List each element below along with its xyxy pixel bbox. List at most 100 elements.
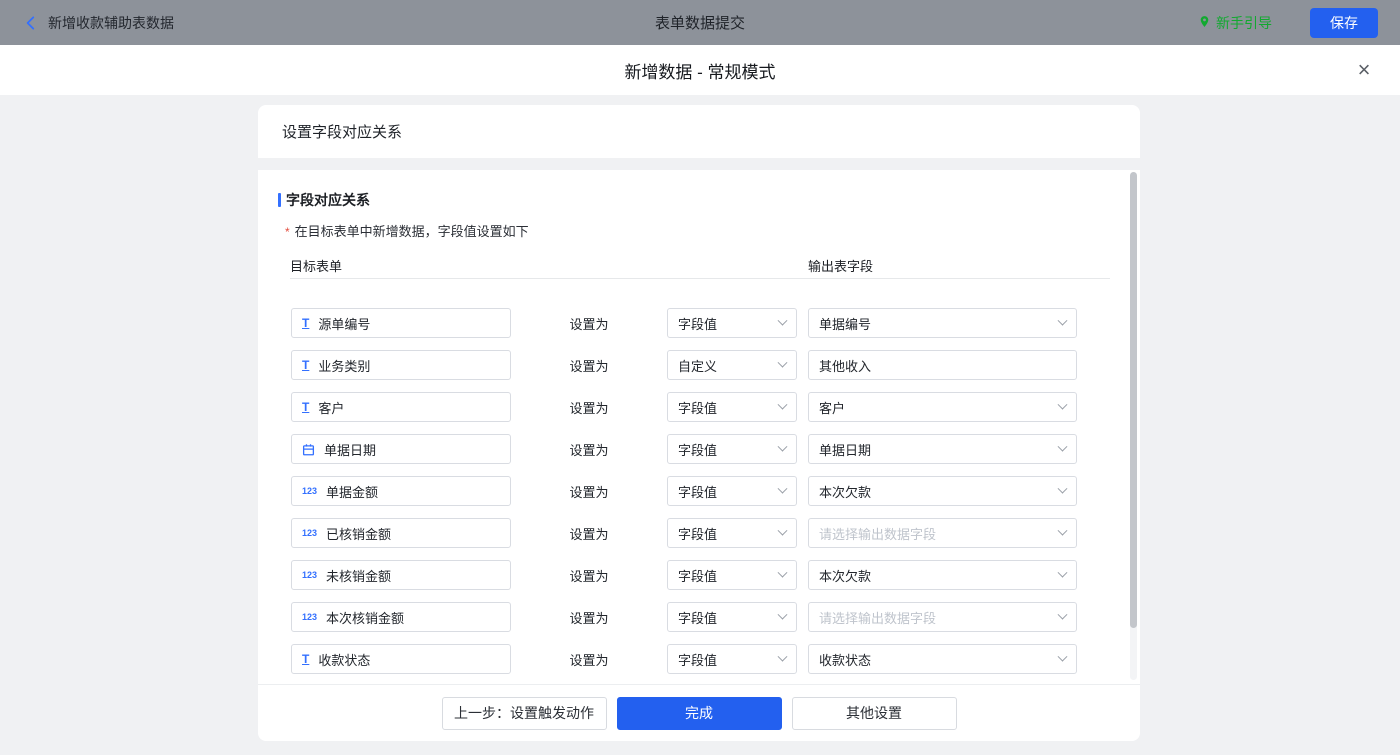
mode-select[interactable]: 字段值 bbox=[667, 560, 797, 590]
field-mapping-row: 123 已核销金额 设置为 字段值 请选择输出数据字段 bbox=[291, 518, 1077, 548]
chevron-down-icon bbox=[777, 441, 788, 452]
scrollbar-track[interactable] bbox=[1130, 172, 1137, 680]
target-field-box: 123 未核销金额 bbox=[291, 560, 511, 590]
output-select-value: 本次欠款 bbox=[819, 568, 872, 584]
chevron-down-icon bbox=[1057, 525, 1068, 536]
output-select[interactable]: 本次欠款 bbox=[808, 560, 1077, 590]
target-field-label: 本次核销金额 bbox=[326, 610, 405, 626]
field-mapping-row: T 业务类别 设置为 自定义 其他收入 bbox=[291, 350, 1077, 380]
text-field-icon: T bbox=[302, 316, 310, 330]
number-field-icon: 123 bbox=[302, 486, 318, 496]
set-as-label: 设置为 bbox=[569, 442, 609, 458]
target-field-box: T 收款状态 bbox=[291, 644, 511, 674]
set-as-label: 设置为 bbox=[569, 526, 609, 542]
target-field-label: 业务类别 bbox=[318, 358, 371, 374]
mode-select-value: 字段值 bbox=[678, 316, 718, 332]
target-field-box: T 源单编号 bbox=[291, 308, 511, 338]
target-field-label: 已核销金额 bbox=[326, 526, 392, 542]
back-label[interactable]: 新增收款辅助表数据 bbox=[48, 13, 174, 33]
output-select[interactable]: 收款状态 bbox=[808, 644, 1077, 674]
output-select[interactable]: 客户 bbox=[808, 392, 1077, 422]
target-field-box: T 业务类别 bbox=[291, 350, 511, 380]
hint-text: 在目标表单中新增数据，字段值设置如下 bbox=[294, 224, 529, 239]
chevron-down-icon bbox=[1057, 483, 1068, 494]
calendar-icon bbox=[302, 443, 315, 456]
mode-select[interactable]: 字段值 bbox=[667, 602, 797, 632]
mode-select[interactable]: 字段值 bbox=[667, 518, 797, 548]
hint-row: * 在目标表单中新增数据，字段值设置如下 bbox=[285, 221, 1140, 240]
close-icon[interactable]: × bbox=[1352, 58, 1376, 82]
column-target-form: 目标表单 bbox=[290, 259, 343, 274]
target-field-box: 123 已核销金额 bbox=[291, 518, 511, 548]
columns-header: 目标表单 输出表字段 bbox=[290, 254, 1110, 279]
mode-select-value: 字段值 bbox=[678, 484, 718, 500]
required-asterisk: * bbox=[285, 225, 290, 239]
chevron-down-icon bbox=[777, 651, 788, 662]
output-select-value: 收款状态 bbox=[819, 652, 872, 668]
mode-select-value: 字段值 bbox=[678, 610, 718, 626]
mode-select-value: 字段值 bbox=[678, 526, 718, 542]
other-settings-button[interactable]: 其他设置 bbox=[791, 696, 957, 730]
output-select-value: 本次欠款 bbox=[819, 484, 872, 500]
chevron-left-icon[interactable] bbox=[22, 14, 40, 32]
set-as-label: 设置为 bbox=[569, 610, 609, 626]
chevron-down-icon bbox=[777, 609, 788, 620]
field-mapping-row: 123 单据金额 设置为 字段值 本次欠款 bbox=[291, 476, 1077, 506]
mode-select-value: 字段值 bbox=[678, 400, 718, 416]
output-select-value: 其他收入 bbox=[819, 358, 872, 374]
target-field-label: 单据金额 bbox=[326, 484, 379, 500]
mode-select[interactable]: 字段值 bbox=[667, 644, 797, 674]
set-as-label: 设置为 bbox=[569, 358, 609, 374]
mode-select[interactable]: 自定义 bbox=[667, 350, 797, 380]
modal-header: 新增数据 - 常规模式 × bbox=[0, 45, 1400, 95]
field-mapping-row: 123 本次核销金额 设置为 字段值 请选择输出数据字段 bbox=[291, 602, 1077, 632]
topbar-back[interactable]: 新增收款辅助表数据 bbox=[22, 0, 174, 45]
chevron-down-icon bbox=[1057, 567, 1068, 578]
chevron-down-icon bbox=[777, 567, 788, 578]
output-select[interactable]: 请选择输出数据字段 bbox=[808, 518, 1077, 548]
field-mapping-row: 123 未核销金额 设置为 字段值 本次欠款 bbox=[291, 560, 1077, 590]
output-select[interactable]: 单据日期 bbox=[808, 434, 1077, 464]
beginner-guide-link[interactable]: 新手引导 bbox=[1198, 13, 1272, 33]
set-as-label: 设置为 bbox=[569, 652, 609, 668]
set-as-label: 设置为 bbox=[569, 484, 609, 500]
text-field-icon: T bbox=[302, 400, 310, 414]
beginner-guide-label: 新手引导 bbox=[1216, 14, 1272, 31]
card-body: 字段对应关系 * 在目标表单中新增数据，字段值设置如下 目标表单 输出表字段 T … bbox=[258, 170, 1140, 684]
save-button[interactable]: 保存 bbox=[1310, 7, 1378, 38]
target-field-box: 123 单据金额 bbox=[291, 476, 511, 506]
rows-container: T 源单编号 设置为 字段值 单据编号 T 业务类别 设置为 自定义 其他收入 bbox=[258, 308, 1140, 684]
mode-select[interactable]: 字段值 bbox=[667, 434, 797, 464]
mode-select[interactable]: 字段值 bbox=[667, 476, 797, 506]
chevron-down-icon bbox=[1057, 399, 1068, 410]
scrollbar-thumb[interactable] bbox=[1130, 172, 1137, 628]
mode-select-value: 字段值 bbox=[678, 568, 718, 584]
chevron-down-icon bbox=[777, 357, 788, 368]
field-mapping-row: 单据日期 设置为 字段值 单据日期 bbox=[291, 434, 1077, 464]
chevron-down-icon bbox=[1057, 651, 1068, 662]
mode-select[interactable]: 字段值 bbox=[667, 392, 797, 422]
location-pin-icon bbox=[1198, 14, 1211, 32]
output-select[interactable]: 单据编号 bbox=[808, 308, 1077, 338]
chevron-down-icon bbox=[1057, 441, 1068, 452]
output-select[interactable]: 其他收入 bbox=[808, 350, 1077, 380]
set-as-label: 设置为 bbox=[569, 316, 609, 332]
output-select[interactable]: 本次欠款 bbox=[808, 476, 1077, 506]
mode-select[interactable]: 字段值 bbox=[667, 308, 797, 338]
card-header: 设置字段对应关系 bbox=[258, 105, 1140, 158]
topbar: 新增收款辅助表数据 表单数据提交 新手引导 保存 bbox=[0, 0, 1400, 45]
finish-button[interactable]: 完成 bbox=[616, 696, 782, 730]
chevron-down-icon bbox=[777, 399, 788, 410]
chevron-down-icon bbox=[1057, 609, 1068, 620]
previous-step-button[interactable]: 上一步：设置触发动作 bbox=[441, 696, 607, 730]
target-field-label: 客户 bbox=[318, 400, 345, 416]
chevron-down-icon bbox=[1057, 315, 1068, 326]
text-field-icon: T bbox=[302, 358, 310, 372]
column-output-fields: 输出表字段 bbox=[808, 259, 874, 274]
target-field-label: 未核销金额 bbox=[326, 568, 392, 584]
output-select-value: 请选择输出数据字段 bbox=[819, 610, 937, 626]
output-select-value: 单据日期 bbox=[819, 442, 872, 458]
target-field-label: 单据日期 bbox=[324, 442, 377, 458]
output-select[interactable]: 请选择输出数据字段 bbox=[808, 602, 1077, 632]
target-field-box: 123 本次核销金额 bbox=[291, 602, 511, 632]
